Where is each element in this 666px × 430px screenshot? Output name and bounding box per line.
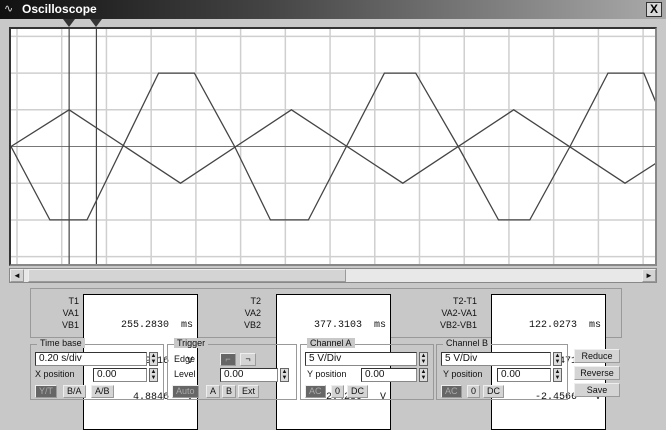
mode-ab-button[interactable]: A/B	[91, 385, 114, 398]
t2-label: T2	[250, 296, 261, 306]
close-button[interactable]: X	[646, 2, 662, 17]
channel-b-ypos-spinner[interactable]: ▲ ▼	[553, 368, 562, 382]
channel-b-zero-button[interactable]: 0	[467, 385, 481, 398]
channel-b-ac-button[interactable]: AC	[441, 385, 462, 398]
level-spinner[interactable]: ▲ ▼	[280, 368, 289, 382]
channel-b-ypos-field[interactable]: 0.00	[497, 368, 551, 382]
channel-a-title: Channel A	[307, 338, 355, 348]
rising-edge-button[interactable]: ⌐	[220, 353, 236, 366]
channel-b-title: Channel B	[443, 338, 492, 348]
channel-b-group: Channel B 5 V/Div ▲ ▼ Y position 0.00 ▲ ▼ …	[436, 338, 568, 400]
dt-value: 122.0273 ms	[528, 320, 601, 331]
falling-edge-button[interactable]: ¬	[240, 353, 256, 366]
dva-label: VA2-VA1	[441, 308, 477, 318]
save-button[interactable]: Save	[574, 383, 620, 397]
mode-ba-button[interactable]: B/A	[63, 385, 86, 398]
channel-a-ac-button[interactable]: AC	[305, 385, 326, 398]
edge-label: Edge	[174, 354, 196, 364]
level-field[interactable]: 0.00	[220, 368, 278, 382]
channel-a-ypos-label: Y position	[307, 369, 347, 379]
scroll-thumb[interactable]	[28, 269, 346, 282]
scroll-right-button[interactable]: ►	[642, 269, 656, 282]
oscilloscope-screen	[9, 27, 658, 266]
timebase-title: Time base	[37, 338, 85, 348]
readout-panel: T1 VA1 VB1 255.2830 ms -9.9416 V 4.8846 …	[30, 288, 622, 430]
channel-b-scale-field[interactable]: 5 V/Div	[441, 352, 551, 366]
xpos-spinner[interactable]: ▲ ▼	[149, 368, 158, 382]
channel-b-scale-spinner[interactable]: ▲ ▼	[553, 352, 562, 366]
channel-a-dc-button[interactable]: DC	[347, 385, 368, 398]
channel-a-ypos-field[interactable]: 0.00	[361, 368, 417, 382]
trigger-auto-button[interactable]: Auto	[172, 385, 199, 398]
dvb-label: VB2-VB1	[439, 320, 477, 330]
cursor-1-handle[interactable]	[63, 19, 75, 27]
trigger-a-button[interactable]: A	[206, 385, 221, 398]
trigger-title: Trigger	[174, 338, 209, 348]
level-label: Level	[174, 369, 196, 379]
channel-b-dc-button[interactable]: DC	[483, 385, 504, 398]
mode-yt-button[interactable]: Y/T	[35, 385, 58, 398]
oscilloscope-icon: ∿	[4, 3, 14, 15]
vb1-label: VB1	[61, 320, 79, 330]
window-title: Oscilloscope	[22, 2, 97, 16]
reduce-button[interactable]: Reduce	[574, 349, 620, 363]
va2-label: VA2	[244, 308, 261, 318]
scroll-left-button[interactable]: ◄	[10, 269, 24, 282]
time-scrollbar[interactable]: ◄ ►	[9, 268, 657, 283]
vb2-label: VB2	[243, 320, 261, 330]
trigger-group: Trigger Edge ⌐ ¬ Level 0.00 ▲ ▼ Auto A B …	[167, 338, 297, 400]
channel-a-scale-field[interactable]: 5 V/Div	[305, 352, 417, 366]
waveform-plot	[10, 29, 658, 264]
xpos-field[interactable]: 0.00	[93, 368, 147, 382]
cursor-2-handle[interactable]	[90, 19, 102, 27]
t1-value: 255.2830 ms	[120, 320, 193, 331]
channel-a-zero-button[interactable]: 0	[331, 385, 345, 398]
channel-a-ypos-spinner[interactable]: ▲ ▼	[419, 368, 428, 382]
reverse-button[interactable]: Reverse	[574, 366, 620, 380]
timebase-group: Time base 0.20 s/div ▲ ▼ X position 0.00 …	[30, 338, 164, 400]
title-bar: Oscilloscope	[0, 0, 666, 19]
trigger-b-button[interactable]: B	[222, 385, 237, 398]
channel-a-scale-spinner[interactable]: ▲ ▼	[419, 352, 428, 366]
t1-label: T1	[68, 296, 79, 306]
t2-value: 377.3103 ms	[313, 320, 386, 331]
xpos-label: X position	[35, 369, 75, 379]
trigger-ext-button[interactable]: Ext	[238, 385, 260, 398]
timebase-scale-field[interactable]: 0.20 s/div	[35, 352, 147, 366]
dt-label: T2-T1	[452, 296, 477, 306]
va1-label: VA1	[62, 308, 79, 318]
channel-a-group: Channel A 5 V/Div ▲ ▼ Y position 0.00 ▲ ▼ …	[300, 338, 434, 400]
timebase-scale-spinner[interactable]: ▲ ▼	[149, 352, 158, 366]
channel-b-ypos-label: Y position	[443, 369, 483, 379]
